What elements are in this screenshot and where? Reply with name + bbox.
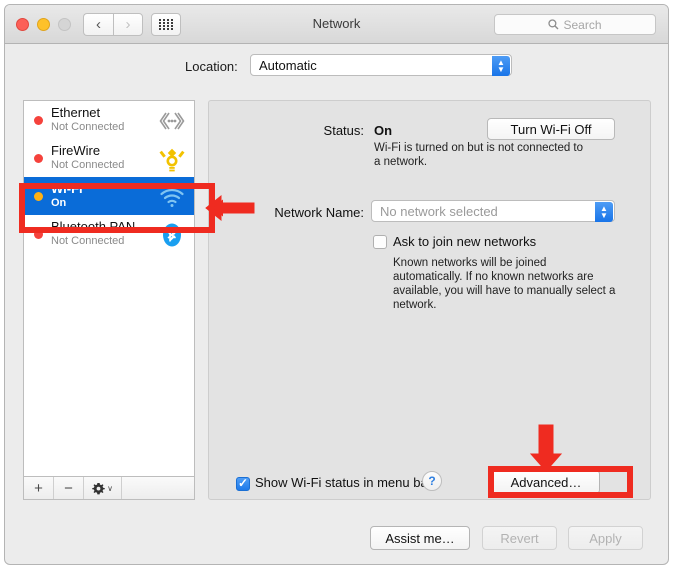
gear-icon (92, 482, 105, 494)
sidebar-item-wifi[interactable]: Wi-Fi On (24, 177, 194, 215)
help-button[interactable]: ? (422, 471, 442, 491)
status-value: On (374, 123, 393, 138)
network-name-value: No network selected (380, 204, 498, 219)
network-preferences-window: ‹ › Network Search Location: Automatic ▲… (4, 4, 669, 565)
title-bar: ‹ › Network Search (5, 5, 668, 44)
wifi-icon (160, 189, 184, 207)
network-name-stepper-icon[interactable]: ▲ ▼ (595, 202, 613, 222)
service-status: Not Connected (51, 121, 125, 133)
status-dot-red (34, 154, 43, 163)
location-row: Location: Automatic ▲ ▼ (5, 45, 668, 90)
status-dot-red (34, 116, 43, 125)
location-value: Automatic (259, 58, 317, 73)
advanced-button[interactable]: Advanced… (492, 470, 600, 494)
sidebar-item-bluetooth-pan[interactable]: Bluetooth PAN Not Connected (24, 215, 194, 253)
bluetooth-icon (163, 223, 181, 247)
sidebar-item-firewire[interactable]: FireWire Not Connected (24, 139, 194, 177)
apply-button: Apply (568, 526, 643, 550)
location-popup-button[interactable]: Automatic ▲ ▼ (250, 54, 512, 76)
turn-wifi-off-button[interactable]: Turn Wi-Fi Off (487, 118, 615, 140)
status-dot-amber (34, 192, 43, 201)
status-description: Wi-Fi is turned on but is not connected … (374, 142, 584, 168)
network-name-label: Network Name: (274, 205, 364, 220)
action-menu-button[interactable]: ∨ (84, 477, 122, 499)
location-label: Location: (185, 59, 238, 74)
add-service-button[interactable]: + (24, 477, 54, 499)
service-name: FireWire (51, 143, 101, 158)
show-wifi-status-checkbox[interactable] (236, 476, 250, 491)
service-name: Bluetooth PAN (51, 219, 136, 234)
status-label: Status: (323, 123, 364, 138)
show-wifi-status-label: Show Wi-Fi status in menu bar (255, 475, 433, 490)
ask-to-join-description: Known networks will be joined automatica… (393, 257, 616, 311)
service-name: Wi-Fi (51, 181, 83, 196)
service-status: On (51, 197, 67, 209)
ask-to-join-label: Ask to join new networks (393, 234, 537, 249)
network-services-list[interactable]: Ethernet Not Connected FireWire Not Conn… (23, 100, 195, 476)
network-name-popup-button[interactable]: No network selected ▲ ▼ (371, 200, 615, 222)
service-list-toolbar: + − ∨ (23, 476, 195, 500)
location-stepper-icon[interactable]: ▲ ▼ (492, 56, 510, 76)
firewire-icon (159, 148, 185, 172)
assist-me-button[interactable]: Assist me… (370, 526, 470, 550)
wifi-settings-panel: Status: On Wi-Fi is turned on but is not… (208, 100, 651, 500)
service-status: Not Connected (51, 235, 125, 247)
search-input[interactable]: Search (494, 14, 656, 35)
search-placeholder: Search (563, 17, 602, 32)
service-name: Ethernet (51, 105, 101, 120)
revert-button: Revert (482, 526, 557, 550)
service-status: Not Connected (51, 159, 125, 171)
ethernet-icon (159, 112, 185, 130)
remove-service-button[interactable]: − (54, 477, 84, 499)
status-dot-red (34, 230, 43, 239)
search-icon (548, 19, 559, 30)
ask-to-join-checkbox[interactable] (373, 235, 387, 249)
chevron-down-icon: ∨ (107, 483, 113, 493)
sidebar-item-ethernet[interactable]: Ethernet Not Connected (24, 101, 194, 139)
